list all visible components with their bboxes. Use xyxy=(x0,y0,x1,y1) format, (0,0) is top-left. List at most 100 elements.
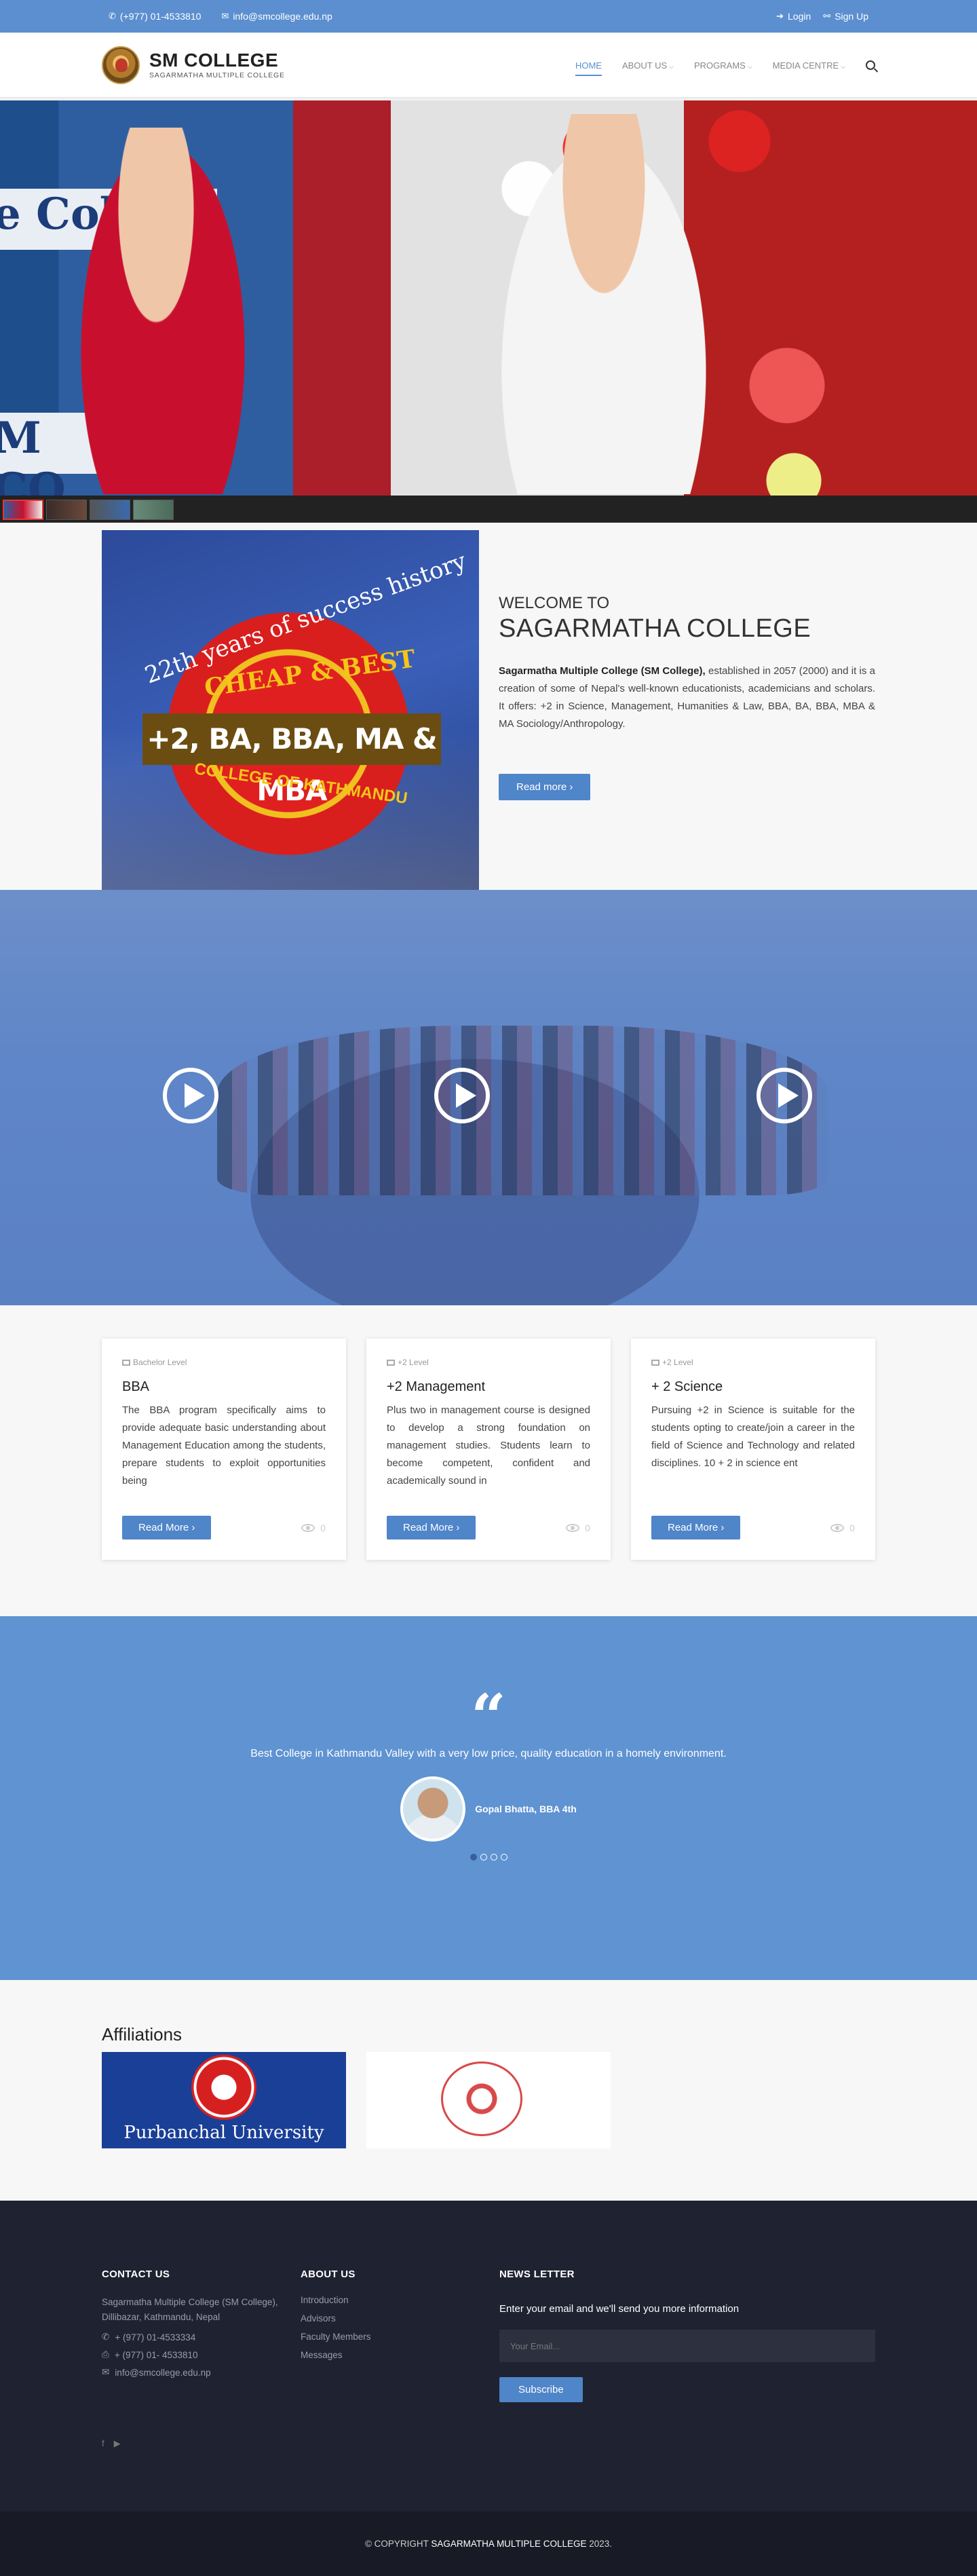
poster-programs-ribbon: +2, BA, BBA, MA & MBA xyxy=(142,713,441,807)
course-card-plus2-management[interactable]: +2 Level +2 Management Plus two in manag… xyxy=(366,1339,611,1560)
course-read-more-label: Read More xyxy=(403,1522,454,1533)
chevron-right-icon: › xyxy=(569,781,573,793)
footer-phone-text: + (977) 01-4533334 xyxy=(115,2332,196,2342)
hero-slider[interactable]: e Colleg M CO xyxy=(0,100,977,496)
nav-about-us-label: ABOUT US xyxy=(621,60,668,71)
lock-icon: ⚯ xyxy=(823,11,831,21)
slider-thumb[interactable] xyxy=(133,500,174,520)
testimonial-text: Best College in Kathmandu Valley with a … xyxy=(250,1748,727,1759)
eye-icon xyxy=(830,1523,845,1532)
chevron-down-icon: ⌵ xyxy=(669,62,674,70)
view-count: 0 xyxy=(301,1523,326,1533)
course-level: +2 Level xyxy=(651,1358,855,1367)
education-board-logo[interactable] xyxy=(366,2052,611,2148)
video-section xyxy=(0,890,977,1305)
course-title[interactable]: + 2 Science xyxy=(651,1379,855,1395)
footer-link-introduction[interactable]: Introduction xyxy=(301,2295,499,2305)
level-icon xyxy=(651,1359,659,1366)
course-level-label: +2 Level xyxy=(398,1358,429,1367)
affiliations-section: Affiliations Purbanchal University xyxy=(102,2024,875,2148)
welcome-pretitle: WELCOME TO xyxy=(499,594,610,612)
education-board-emblem-icon xyxy=(441,2061,522,2136)
footer-email[interactable]: ✉ info@smcollege.edu.np xyxy=(102,2367,301,2378)
search-icon[interactable] xyxy=(866,60,875,70)
slider-thumbnails xyxy=(0,496,977,523)
testimonial-author: Gopal Bhatta, BBA 4th xyxy=(0,1776,977,1842)
signup-label: Sign Up xyxy=(835,11,868,22)
footer-fax-text: + (977) 01- 4533810 xyxy=(114,2349,198,2360)
signup-link[interactable]: ⚯ Sign Up xyxy=(823,11,868,22)
read-more-button[interactable]: Read more › xyxy=(499,774,591,800)
course-card-bba[interactable]: Bachelor Level BBA The BBA program speci… xyxy=(102,1339,346,1560)
nav-programs[interactable]: PROGRAMS ⌵ xyxy=(694,60,752,71)
course-read-more-label: Read More xyxy=(138,1522,189,1533)
nav-programs-label: PROGRAMS xyxy=(693,60,746,71)
phone-icon: ✆ xyxy=(102,2332,110,2342)
copyright-bar: © COPYRIGHT SAGARMATHA MULTIPLE COLLEGE … xyxy=(0,2512,977,2576)
chevron-right-icon: › xyxy=(191,1522,195,1533)
view-count-value: 0 xyxy=(320,1522,326,1533)
login-label: Login xyxy=(788,11,811,22)
newsletter-text: Enter your email and we'll send you more… xyxy=(499,2303,740,2315)
footer-address: Sagarmatha Multiple College (SM College)… xyxy=(102,2297,278,2322)
course-title[interactable]: +2 Management xyxy=(387,1379,590,1395)
carousel-dot[interactable] xyxy=(470,1854,477,1861)
purbanchal-emblem-icon xyxy=(191,2055,256,2120)
footer-link-faculty-members[interactable]: Faculty Members xyxy=(301,2332,499,2342)
view-count: 0 xyxy=(566,1523,590,1533)
courses-section: Bachelor Level BBA The BBA program speci… xyxy=(102,1339,875,1560)
chevron-down-icon: ⌵ xyxy=(841,62,845,70)
copyright-name: SAGARMATHA MULTIPLE COLLEGE xyxy=(431,2539,587,2549)
play-video-icon[interactable] xyxy=(163,1068,218,1123)
nav-home[interactable]: HOME xyxy=(575,55,602,76)
copyright-year: 2023. xyxy=(586,2539,613,2549)
course-level-label: +2 Level xyxy=(662,1358,693,1367)
subscribe-button[interactable]: Subscribe xyxy=(499,2377,583,2402)
fax-icon: ⎙ xyxy=(102,2349,109,2359)
footer-email-text: info@smcollege.edu.np xyxy=(115,2367,211,2378)
course-read-more-button[interactable]: Read More › xyxy=(651,1516,741,1539)
course-level-label: Bachelor Level xyxy=(133,1358,187,1367)
facebook-icon[interactable]: f xyxy=(102,2438,104,2449)
play-video-icon[interactable] xyxy=(756,1068,812,1123)
nav-about-us[interactable]: ABOUT US ⌵ xyxy=(622,60,674,71)
chevron-right-icon: › xyxy=(721,1522,725,1533)
envelope-icon: ✉ xyxy=(221,11,229,21)
course-description: The BBA program specifically aims to pro… xyxy=(122,1404,326,1487)
quote-icon: “ xyxy=(471,1681,506,1753)
slider-thumb[interactable] xyxy=(90,500,130,520)
topbar-email[interactable]: ✉ info@smcollege.edu.np xyxy=(221,11,332,22)
footer-link-advisors[interactable]: Advisors xyxy=(301,2313,499,2323)
footer-newsletter-title: NEWS LETTER xyxy=(499,2269,575,2280)
footer-contact: CONTACT US Sagarmatha Multiple College (… xyxy=(102,2269,301,2402)
slider-thumb[interactable] xyxy=(46,500,87,520)
login-link[interactable]: ➔ Login xyxy=(776,11,811,22)
footer-phone: ✆ + (977) 01-4533334 xyxy=(102,2332,301,2342)
carousel-dot[interactable] xyxy=(490,1854,497,1861)
logo-text[interactable]: SM COLLEGE SAGARMATHA MULTIPLE COLLEGE xyxy=(149,50,285,80)
testimonial-author-name: Gopal Bhatta, BBA 4th xyxy=(475,1804,577,1814)
topbar-phone[interactable]: ✆ (+977) 01-4533810 xyxy=(109,11,201,22)
envelope-icon: ✉ xyxy=(102,2367,110,2377)
newsletter-email-input[interactable] xyxy=(499,2330,875,2362)
nav-media-centre[interactable]: MEDIA CENTRE ⌵ xyxy=(773,60,845,71)
course-description: Pursuing +2 in Science is suitable for t… xyxy=(651,1404,855,1469)
view-count-value: 0 xyxy=(849,1522,855,1533)
course-title[interactable]: BBA xyxy=(122,1379,326,1395)
purbanchal-university-logo[interactable]: Purbanchal University xyxy=(102,2052,346,2148)
course-card-plus2-science[interactable]: +2 Level + 2 Science Pursuing +2 in Scie… xyxy=(631,1339,875,1560)
play-video-icon[interactable] xyxy=(434,1068,490,1123)
youtube-icon[interactable]: ▶ xyxy=(114,2438,121,2449)
footer-link-messages[interactable]: Messages xyxy=(301,2350,499,2360)
main-nav: HOME ABOUT US ⌵ PROGRAMS ⌵ MEDIA CENTRE ⌵ xyxy=(575,55,875,76)
view-count: 0 xyxy=(830,1523,855,1533)
carousel-dot[interactable] xyxy=(480,1854,487,1861)
level-icon xyxy=(122,1359,130,1366)
avatar xyxy=(400,1776,466,1842)
course-read-more-button[interactable]: Read More › xyxy=(122,1516,212,1539)
carousel-dot[interactable] xyxy=(500,1854,507,1861)
logo-title: SM COLLEGE xyxy=(149,50,279,71)
slider-thumb[interactable] xyxy=(3,500,43,520)
college-logo-icon[interactable] xyxy=(102,46,140,84)
course-read-more-button[interactable]: Read More › xyxy=(387,1516,476,1539)
